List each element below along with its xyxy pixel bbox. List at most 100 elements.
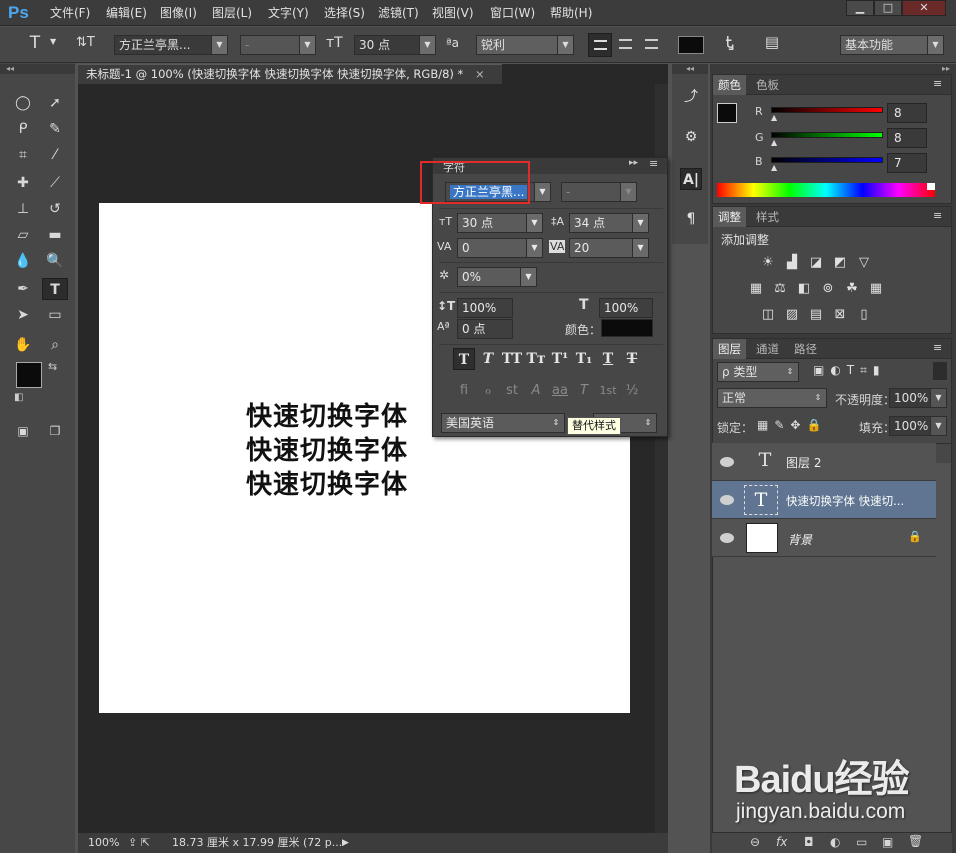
curves-icon[interactable]: ◪ bbox=[807, 255, 825, 271]
color-panel-foreground-swatch[interactable] bbox=[717, 103, 737, 123]
screen-mode-icon[interactable]: ❐ bbox=[42, 420, 68, 442]
panel-menu-icon[interactable]: ≡ bbox=[933, 77, 942, 90]
crop-tool-icon[interactable]: ⌗ bbox=[10, 144, 36, 166]
font-style-select[interactable]: - ▼ bbox=[240, 35, 316, 55]
elliptical-marquee-tool-icon[interactable]: ◯ bbox=[10, 92, 36, 114]
font-size-select[interactable]: 30 点 ▼ bbox=[354, 35, 436, 55]
tab-adjustments[interactable]: 调整 bbox=[713, 207, 746, 227]
r-value[interactable]: 8 bbox=[887, 103, 927, 123]
black-white-icon[interactable]: ◧ bbox=[795, 281, 813, 297]
history-panel-icon[interactable]: ⤴ bbox=[680, 86, 702, 108]
slider-thumb-icon[interactable]: ▲ bbox=[771, 163, 777, 172]
foreground-color-swatch[interactable] bbox=[16, 362, 42, 388]
brush-tool-icon[interactable]: ⟋ bbox=[42, 172, 68, 194]
default-colors-icon[interactable]: ◧ bbox=[14, 392, 23, 403]
swap-colors-icon[interactable]: ⇆ bbox=[48, 360, 57, 373]
char-baseline-shift-input[interactable]: 0 点 bbox=[457, 319, 513, 339]
layer-row[interactable]: 背景 🔒 bbox=[712, 519, 936, 557]
char-tracking-select[interactable]: 20 ▼ bbox=[569, 238, 649, 258]
dodge-tool-icon[interactable]: 🔍 bbox=[42, 250, 68, 272]
faux-bold-button[interactable]: T bbox=[453, 348, 475, 370]
color-balance-icon[interactable]: ⚖ bbox=[771, 281, 789, 297]
menu-select[interactable]: 选择(S) bbox=[324, 4, 365, 22]
layer-row[interactable]: T 图层 2 bbox=[712, 443, 936, 481]
close-tab-icon[interactable]: × bbox=[475, 67, 485, 81]
underline-button[interactable]: T bbox=[597, 348, 619, 370]
brightness-contrast-icon[interactable]: ☀ bbox=[759, 255, 777, 271]
visibility-eye-icon[interactable] bbox=[720, 495, 734, 505]
historical-ligatures-button[interactable]: st bbox=[501, 380, 523, 402]
faux-italic-button[interactable]: T bbox=[477, 348, 499, 370]
status-menu-arrow-icon[interactable]: ▶ bbox=[342, 834, 349, 852]
hand-tool-icon[interactable]: ✋ bbox=[10, 334, 36, 356]
tab-layers[interactable]: 图层 bbox=[713, 339, 746, 359]
gradient-map-icon[interactable]: ▯ bbox=[855, 307, 873, 323]
menu-help[interactable]: 帮助(H) bbox=[550, 4, 592, 22]
channel-mixer-icon[interactable]: ☘ bbox=[843, 281, 861, 297]
history-brush-tool-icon[interactable]: ↺ bbox=[42, 198, 68, 220]
char-font-size-select[interactable]: 30 点 ▼ bbox=[457, 213, 543, 233]
fractions-button[interactable]: ½ bbox=[621, 380, 643, 402]
menu-layer[interactable]: 图层(L) bbox=[212, 4, 252, 22]
tab-styles[interactable]: 样式 bbox=[751, 207, 784, 227]
color-spectrum-ramp[interactable] bbox=[717, 183, 935, 197]
levels-icon[interactable]: ▟ bbox=[783, 255, 801, 271]
font-family-select[interactable]: 方正兰亭黑... ▼ bbox=[114, 35, 228, 55]
superscript-button[interactable]: T¹ bbox=[549, 348, 571, 370]
panel-expand-icon[interactable]: ▸▸ bbox=[629, 158, 638, 168]
paragraph-panel-icon[interactable]: ¶ bbox=[680, 208, 702, 230]
exposure-icon[interactable]: ◩ bbox=[831, 255, 849, 271]
visibility-eye-icon[interactable] bbox=[720, 533, 734, 543]
type-tool-preset-icon[interactable]: T bbox=[24, 33, 46, 55]
small-caps-button[interactable]: Tт bbox=[525, 348, 547, 370]
g-slider[interactable] bbox=[771, 132, 883, 138]
text-color-swatch[interactable] bbox=[678, 36, 704, 54]
type-tool-icon[interactable]: T bbox=[42, 278, 68, 300]
char-font-style-select[interactable]: - ▼ bbox=[561, 182, 637, 202]
char-kerning-select[interactable]: 0 ▼ bbox=[457, 238, 543, 258]
document-tab[interactable]: 未标题-1 @ 100% (快速切换字体 快速切换字体 快速切换字体, RGB/… bbox=[78, 64, 502, 84]
toolbar-collapse-icon[interactable]: ◂◂ bbox=[0, 64, 75, 74]
close-window-button[interactable]: ✕ bbox=[902, 0, 946, 16]
panel-menu-icon[interactable]: ≡ bbox=[649, 157, 658, 170]
canvas-text-line[interactable]: 快速切换字体 bbox=[246, 468, 408, 502]
tab-color[interactable]: 颜色 bbox=[713, 75, 746, 95]
menu-image[interactable]: 图像(I) bbox=[160, 4, 197, 22]
char-tsume-select[interactable]: 0% ▼ bbox=[457, 267, 537, 287]
language-select[interactable]: 美国英语 ⇕ bbox=[441, 413, 565, 433]
tab-channels[interactable]: 通道 bbox=[751, 339, 784, 359]
r-slider[interactable] bbox=[771, 107, 883, 113]
discretionary-ligatures-button[interactable]: ℴ bbox=[477, 380, 499, 402]
tab-paths[interactable]: 路径 bbox=[789, 339, 822, 359]
properties-panel-icon[interactable]: ⚙ bbox=[680, 126, 702, 148]
threshold-icon[interactable]: ▤ bbox=[807, 307, 825, 323]
canvas-text-line[interactable]: 快速切换字体 bbox=[246, 434, 408, 468]
align-center-button[interactable] bbox=[614, 33, 638, 57]
maximize-button[interactable]: □ bbox=[874, 0, 902, 16]
selective-color-icon[interactable]: ⊠ bbox=[831, 307, 849, 323]
slider-thumb-icon[interactable]: ▲ bbox=[771, 138, 777, 147]
healing-brush-tool-icon[interactable]: ✚ bbox=[10, 172, 36, 194]
panel-menu-icon[interactable]: ≡ bbox=[933, 341, 942, 354]
minimize-button[interactable]: ▁ bbox=[846, 0, 874, 16]
dock-collapse-icon[interactable]: ▸▸ bbox=[710, 64, 956, 74]
text-orientation-icon[interactable]: ⇅T bbox=[76, 35, 95, 50]
menu-window[interactable]: 窗口(W) bbox=[490, 4, 535, 22]
lock-icons[interactable]: ▦✎✥🔒 bbox=[757, 418, 827, 432]
canvas-text-line[interactable]: 快速切换字体 bbox=[246, 400, 408, 434]
swash-button[interactable]: A bbox=[525, 380, 547, 402]
blend-mode-select[interactable]: 正常 ⇕ bbox=[717, 388, 827, 408]
quick-selection-tool-icon[interactable]: ✎ bbox=[42, 118, 68, 140]
workspace-select[interactable]: 基本功能 ▼ bbox=[840, 35, 944, 55]
layer-filter-icons[interactable]: ▣◐T⌗▮ bbox=[813, 363, 886, 378]
ordinals-button[interactable]: 1st bbox=[597, 380, 619, 402]
layer-name[interactable]: 图层 2 bbox=[786, 454, 821, 471]
white-swatch[interactable] bbox=[927, 183, 935, 190]
layer-filter-select[interactable]: ρ 类型 ⇕ bbox=[717, 362, 799, 382]
panel-menu-icon[interactable]: ≡ bbox=[933, 209, 942, 222]
eraser-tool-icon[interactable]: ▱ bbox=[10, 224, 36, 246]
layer-row[interactable]: T 快速切换字体 快速切... bbox=[712, 481, 936, 519]
menu-type[interactable]: 文字(Y) bbox=[268, 4, 309, 22]
char-vertical-scale-input[interactable]: 100% bbox=[457, 298, 513, 318]
warp-text-icon[interactable]: Ꮏ bbox=[718, 33, 742, 53]
